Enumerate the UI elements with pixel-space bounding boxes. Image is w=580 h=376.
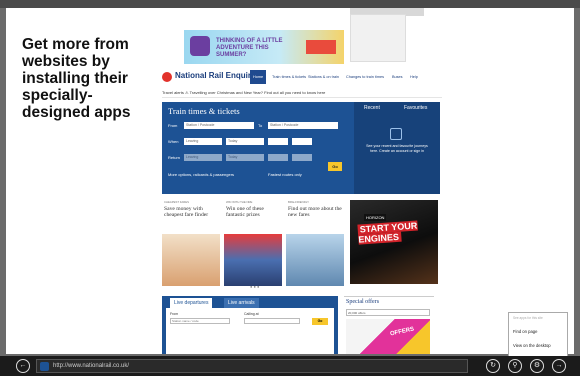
- tip-text: Get more from websites by installing the…: [22, 36, 131, 121]
- back-button[interactable]: ←: [16, 359, 30, 373]
- ad-badge-icon: [190, 36, 210, 56]
- recent-tabs: Recent Favourites: [354, 102, 440, 114]
- hero-tag: HORIZON: [364, 214, 387, 221]
- when-label: When: [168, 139, 179, 144]
- special-offers: Special offers 20,000 offers OFFERS: [344, 296, 434, 354]
- promo-head: BIKE-FRIENDLY: [288, 200, 309, 204]
- tip-panel: Get more from websites by installing the…: [6, 8, 154, 354]
- blurred-overlay: [350, 14, 406, 62]
- carousel-dots[interactable]: ● ● ●: [250, 284, 259, 289]
- refresh-button[interactable]: ↻: [486, 359, 500, 373]
- live-form: From Station name / code Calling at Go: [166, 308, 334, 354]
- hero-text: START YOUR ENGINES: [357, 219, 434, 245]
- promo-image: [224, 234, 282, 286]
- menu-item-find-on-page[interactable]: Find on page: [513, 329, 537, 334]
- app-bar: ← http://www.nationalrail.co.uk/ ↻ ⚲ ⚙ →: [0, 356, 580, 376]
- top-tab[interactable]: [288, 8, 348, 16]
- nav-item-buses[interactable]: Buses: [392, 70, 403, 84]
- return-label: Return: [168, 155, 181, 160]
- promo-title: Save money with cheapest fare finder: [164, 206, 209, 218]
- hero-banner[interactable]: HORIZON START YOUR ENGINES: [350, 200, 438, 284]
- recent-journeys: Recent Favourites See your recent and fa…: [354, 102, 440, 194]
- logo-icon: [162, 72, 172, 82]
- return-select[interactable]: Leaving: [184, 154, 222, 161]
- offers-image-text: OFFERS: [389, 326, 415, 338]
- nav-item-home[interactable]: Home: [250, 70, 267, 84]
- promo-head: WIN WITH THE NRE: [226, 200, 253, 204]
- nav-item-help[interactable]: Help: [410, 70, 418, 84]
- live-from-label: From: [170, 312, 179, 316]
- live-trains-box: Live departures Live arrivals From Stati…: [162, 296, 338, 354]
- live-calling-input[interactable]: [244, 318, 300, 324]
- live-go-button[interactable]: Go: [312, 318, 328, 325]
- tab-favourites[interactable]: Favourites: [404, 102, 427, 114]
- ad-text: THINKING OF A LITTLE ADVENTURE THIS SUMM…: [216, 38, 283, 58]
- tab-live-arrivals[interactable]: Live arrivals: [224, 298, 259, 308]
- promo-image: [286, 234, 344, 286]
- recent-text[interactable]: See your recent and favourite journeys h…: [364, 144, 430, 154]
- live-calling-label: Calling at: [244, 312, 259, 316]
- menu-item-view-on-desktop[interactable]: View on the desktop: [513, 343, 551, 348]
- tab-recent[interactable]: Recent: [364, 102, 380, 114]
- promo-cheapest-fares[interactable]: CHEAPEST FARES Save money with cheapest …: [162, 200, 220, 286]
- from-label: From: [168, 123, 178, 128]
- when-select[interactable]: Leaving: [184, 138, 222, 145]
- return-minute-select[interactable]: [292, 154, 312, 161]
- when-minute-select[interactable]: [292, 138, 312, 145]
- promo-title: Win one of these fantastic prizes: [226, 206, 264, 218]
- page-tools-button[interactable]: ⚙: [530, 359, 544, 373]
- browser-frame: Get more from websites by installing the…: [0, 0, 580, 376]
- to-input[interactable]: Station / Postcode: [268, 122, 338, 129]
- nav-item-changes[interactable]: Changes to train times: [346, 70, 384, 84]
- return-date-select[interactable]: Today: [226, 154, 264, 161]
- tab-live-departures[interactable]: Live departures: [170, 298, 213, 308]
- promo-image: [162, 234, 220, 286]
- offers-select[interactable]: 20,000 offers: [346, 309, 430, 316]
- webpage: THINKING OF A LITTLE ADVENTURE THIS SUMM…: [154, 8, 574, 354]
- from-input[interactable]: Station / Postcode: [184, 122, 254, 129]
- to-label: To: [258, 123, 263, 128]
- nav-item-stations[interactable]: Stations & on train: [308, 70, 339, 84]
- top-strip: [0, 0, 580, 8]
- promo-head: CHEAPEST FARES: [164, 200, 189, 204]
- main-nav: Home Train times & tickets Stations & on…: [250, 70, 430, 84]
- travel-notice[interactable]: Travel alerts ⚠ Travelling over Christma…: [162, 88, 442, 98]
- when-hour-select[interactable]: [268, 138, 288, 145]
- promo-new-fares[interactable]: BIKE-FRIENDLY Find out more about the ne…: [286, 200, 344, 286]
- nav-item-train-times[interactable]: Train times & tickets: [272, 70, 306, 84]
- train-times-title: Train times & tickets: [168, 106, 240, 116]
- promo-prizes[interactable]: WIN WITH THE NRE Win one of these fantas…: [224, 200, 282, 286]
- favicon-icon: [40, 362, 49, 371]
- go-button[interactable]: Go: [328, 162, 342, 171]
- pin-button[interactable]: ⚲: [508, 359, 522, 373]
- more-options-link[interactable]: More options, railcards & passengers: [168, 172, 234, 177]
- promo-row: CHEAPEST FARES Save money with cheapest …: [162, 200, 438, 292]
- promo-title: Find out more about the new fares: [288, 206, 342, 218]
- menu-item-see-apps[interactable]: See apps for this site: [513, 316, 543, 320]
- when-date-select[interactable]: Today: [226, 138, 264, 145]
- site-logo[interactable]: National Rail Enquiries: [162, 70, 262, 84]
- journey-icon: [390, 128, 402, 140]
- train-times-panel: Train times & tickets From Station / Pos…: [162, 102, 440, 194]
- url-text: http://www.nationalrail.co.uk/: [53, 363, 130, 369]
- offers-title: Special offers: [346, 299, 380, 305]
- hero-text-span: START YOUR ENGINES: [357, 220, 418, 245]
- address-bar[interactable]: http://www.nationalrail.co.uk/: [36, 359, 468, 373]
- ad-banner[interactable]: THINKING OF A LITTLE ADVENTURE THIS SUMM…: [184, 30, 344, 64]
- ad-flag-icon: [306, 40, 336, 54]
- journey-form: From Station / Postcode To Station / Pos…: [168, 120, 354, 184]
- return-hour-select[interactable]: [268, 154, 288, 161]
- live-station-input[interactable]: Station name / code: [170, 318, 230, 324]
- forward-button[interactable]: →: [552, 359, 566, 373]
- offers-image[interactable]: OFFERS: [346, 319, 430, 354]
- fastest-routes-checkbox[interactable]: Fastest routes only: [268, 172, 302, 177]
- page-tools-menu: See apps for this site Find on page View…: [508, 312, 568, 358]
